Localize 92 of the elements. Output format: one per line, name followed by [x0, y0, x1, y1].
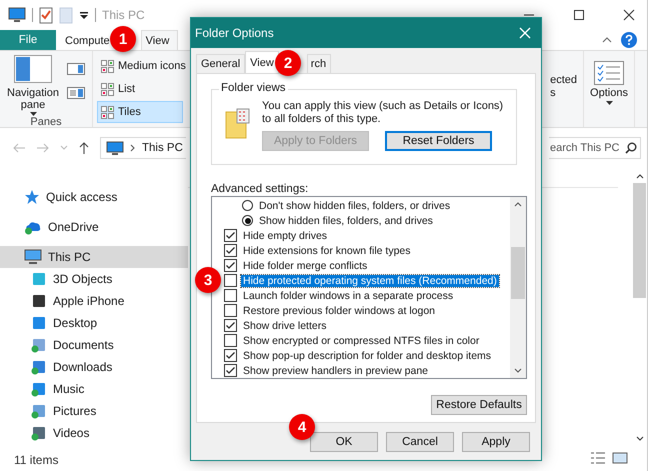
- checkbox[interactable]: [224, 229, 237, 242]
- nav-item[interactable]: OneDrive: [0, 216, 188, 238]
- setting-label[interactable]: Launch folder windows in a separate process: [241, 290, 456, 302]
- checkbox[interactable]: [224, 259, 237, 272]
- scroll-up-icon[interactable]: [636, 174, 644, 179]
- dialog-tab[interactable]: View: [245, 51, 279, 73]
- section-label: Advanced settings:: [211, 183, 310, 195]
- computer-icon: [106, 140, 124, 156]
- grid-icon: [101, 82, 114, 96]
- nav-item[interactable]: This PC: [0, 246, 188, 268]
- checkbox[interactable]: [224, 304, 237, 317]
- group-legend: Folder views: [219, 82, 288, 94]
- checkbox[interactable]: [224, 274, 237, 287]
- radio-button[interactable]: [242, 215, 253, 226]
- scroll-down-icon[interactable]: [514, 368, 522, 373]
- layout-option[interactable]: List: [97, 78, 183, 100]
- address-field[interactable]: This PC: [100, 137, 186, 159]
- options-button[interactable]: Options: [583, 51, 635, 127]
- nav-item[interactable]: Documents: [0, 334, 188, 356]
- navigation-pane-button[interactable]: Navigation pane: [7, 55, 59, 116]
- dialog-tab[interactable]: General: [196, 54, 246, 73]
- setting-label[interactable]: Show encrypted or compressed NTFS files in color: [241, 334, 482, 346]
- setting-label[interactable]: Show drive letters: [241, 320, 328, 332]
- scroll-up-icon[interactable]: [514, 202, 522, 207]
- setting-label[interactable]: Hide protected operating system files (Recommended): [241, 274, 499, 286]
- details-pane-icon[interactable]: [67, 87, 85, 99]
- nav-item[interactable]: 3D Objects: [0, 268, 188, 290]
- maximize-icon[interactable]: [573, 9, 585, 21]
- star-icon: [24, 189, 40, 205]
- ribbon-label: s: [550, 87, 557, 100]
- setting-label[interactable]: Restore previous folder windows at logon: [241, 304, 438, 316]
- status-text: 11 items: [13, 453, 60, 469]
- file-tab[interactable]: File: [0, 30, 56, 50]
- nav-item[interactable]: Downloads: [0, 356, 188, 378]
- setting-label[interactable]: Don't show hidden files, folders, or drives: [257, 200, 452, 212]
- collapse-ribbon-icon[interactable]: [601, 35, 613, 45]
- up-icon[interactable]: [78, 141, 90, 155]
- nav-item[interactable]: Quick access: [0, 186, 188, 208]
- nav-item[interactable]: Desktop: [0, 312, 188, 334]
- description-text: You can apply this view (such as Details or Icons) to all folders of this type.: [262, 100, 504, 126]
- nav-item[interactable]: Music: [0, 378, 188, 400]
- nav-item[interactable]: Videos: [0, 422, 188, 444]
- nav-item[interactable]: Pictures: [0, 400, 188, 422]
- computer-icon: [24, 249, 42, 265]
- setting-label[interactable]: Show hidden files, folders, and drives: [257, 214, 435, 226]
- checkbox[interactable]: [224, 364, 237, 377]
- search-icon: [625, 142, 637, 154]
- large-icons-view-icon[interactable]: [612, 451, 628, 465]
- computer-icon: [8, 7, 26, 23]
- chevron-icon: [130, 144, 136, 152]
- details-view-icon[interactable]: [590, 451, 606, 465]
- ribbon-tab[interactable]: Compute: [56, 30, 111, 50]
- help-icon[interactable]: [621, 32, 637, 48]
- group-label: Panes: [30, 116, 62, 128]
- dialog-button[interactable]: Apply: [462, 432, 530, 452]
- ribbon-tab[interactable]: View: [140, 30, 178, 50]
- dialog-tab[interactable]: rch: [306, 54, 332, 73]
- radio-button[interactable]: [242, 200, 253, 211]
- grid-icon: [101, 106, 114, 118]
- checklist-icon: [594, 61, 624, 85]
- caret-icon: [30, 112, 36, 116]
- dialog-button[interactable]: Cancel: [386, 432, 454, 452]
- layout-option[interactable]: Medium icons: [97, 55, 183, 77]
- grid-icon: [101, 60, 114, 72]
- ribbon-label: ected: [550, 74, 577, 87]
- scroll-down-icon[interactable]: [636, 436, 644, 441]
- close-icon[interactable]: [623, 9, 635, 21]
- dialog-title: Folder Options: [195, 26, 274, 40]
- layout-option[interactable]: Tiles: [97, 101, 183, 123]
- pane-layout-icon: [14, 55, 52, 83]
- dropdown-icon[interactable]: [79, 10, 89, 20]
- setting-label[interactable]: Hide extensions for known file types: [241, 244, 413, 256]
- dialog-button[interactable]: OK: [310, 432, 378, 452]
- checkbox[interactable]: [224, 289, 237, 302]
- setting-label[interactable]: Show preview handlers in preview pane: [241, 364, 430, 376]
- preview-pane-icon[interactable]: [67, 63, 85, 75]
- nav-item[interactable]: Apple iPhone: [0, 290, 188, 312]
- checkbox[interactable]: [224, 244, 237, 257]
- setting-label[interactable]: Hide folder merge conflicts: [241, 260, 370, 272]
- checkbox[interactable]: [224, 334, 237, 347]
- setting-label[interactable]: Hide empty drives: [241, 230, 330, 242]
- caret-icon: [606, 101, 612, 105]
- properties-icon[interactable]: [39, 6, 53, 24]
- setting-label[interactable]: Show pop-up description for folder and desktop items: [241, 350, 494, 362]
- window-title: This PC: [102, 8, 145, 22]
- step-badge: 1: [110, 26, 136, 52]
- checkbox[interactable]: [224, 319, 237, 332]
- checkbox[interactable]: [224, 349, 237, 362]
- search-field[interactable]: earch This PC: [549, 137, 641, 159]
- folder-button[interactable]: Reset Folders: [385, 131, 492, 151]
- restore-defaults-button[interactable]: Restore Defaults: [431, 395, 527, 415]
- scrollbar[interactable]: [510, 197, 526, 378]
